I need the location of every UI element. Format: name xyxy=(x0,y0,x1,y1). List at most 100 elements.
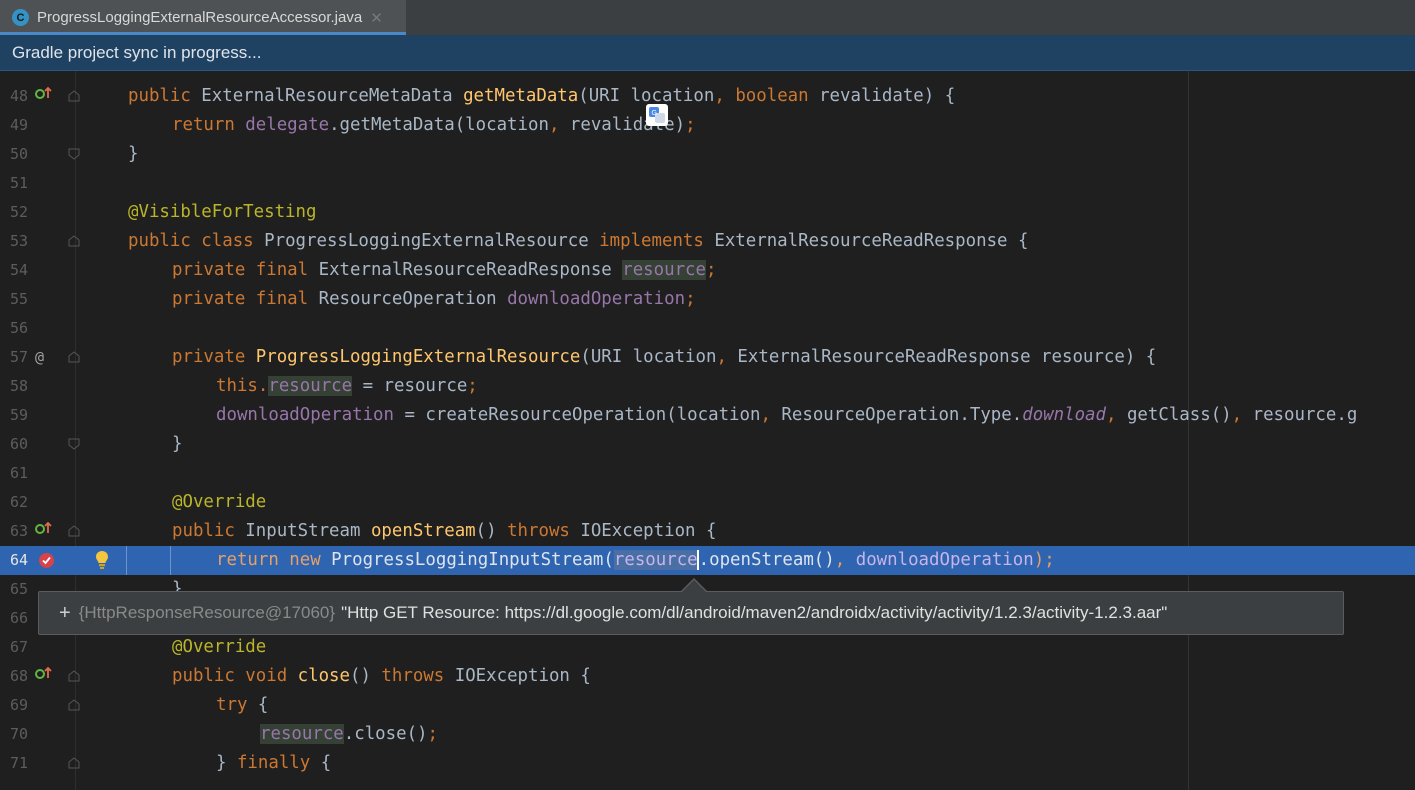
code-token: IOException { xyxy=(580,521,717,541)
code-token: delegate xyxy=(245,115,330,135)
tooltip-arrow-fill xyxy=(682,580,706,592)
code-token: ProgressLoggingExternalResource xyxy=(255,347,581,367)
fold-icon[interactable] xyxy=(68,670,80,682)
code-token: } xyxy=(128,144,139,164)
line-number: 63 xyxy=(9,522,28,540)
code-token: InputStream xyxy=(245,521,371,541)
code-token: .openStream() xyxy=(698,550,835,570)
fold-icon[interactable] xyxy=(68,90,80,102)
code-token: { xyxy=(257,695,269,715)
breakpoint-icon[interactable] xyxy=(38,552,56,569)
override-up-icon[interactable] xyxy=(35,517,53,546)
code-line: 63 public InputStream openStream() throw… xyxy=(0,517,1415,546)
translate-icon[interactable]: G xyxy=(646,104,668,126)
code-text: try { xyxy=(216,691,268,720)
code-token: downloadOperation xyxy=(216,405,394,425)
line-number: 62 xyxy=(9,493,28,511)
fold-icon[interactable] xyxy=(68,438,80,450)
code-token: ExternalResourceReadResponse xyxy=(318,260,623,280)
debug-value-tooltip[interactable]: + {HttpResponseResource@17060} "Http GET… xyxy=(38,591,1344,635)
line-number: 69 xyxy=(9,696,28,714)
code-token: download xyxy=(1022,405,1106,425)
code-token: = resource xyxy=(352,376,468,396)
fold-icon[interactable] xyxy=(68,525,80,537)
code-text: public void close() throws IOException { xyxy=(172,662,591,691)
close-icon[interactable]: ✕ xyxy=(370,9,383,27)
code-token: ; xyxy=(706,260,717,280)
sync-notification-bar: Gradle project sync in progress... xyxy=(0,35,1415,71)
code-editor[interactable]: 48 public ExternalResourceMetaData getMe… xyxy=(0,71,1415,790)
object-value: "Http GET Resource: https://dl.google.co… xyxy=(341,603,1168,622)
code-token: ResourceOperation xyxy=(318,289,508,309)
fold-icon[interactable] xyxy=(68,757,80,769)
fold-icon[interactable] xyxy=(68,699,80,711)
code-token: return new xyxy=(216,550,332,570)
code-token: throws xyxy=(507,521,581,541)
code-token: () xyxy=(475,521,508,541)
code-token: throws xyxy=(381,666,455,686)
code-token: , xyxy=(548,115,570,135)
code-token: public xyxy=(128,86,202,106)
line-number: 65 xyxy=(9,580,28,598)
code-token: public void xyxy=(172,666,298,686)
code-line: 60 } xyxy=(0,430,1415,459)
code-token: ); xyxy=(1033,550,1055,570)
fold-icon[interactable] xyxy=(68,351,80,363)
code-line: 61 xyxy=(0,459,1415,488)
lightbulb-icon[interactable] xyxy=(95,550,109,570)
code-token: ExternalResourceMetaData xyxy=(201,86,464,106)
code-token: , xyxy=(716,347,738,367)
line-number: 56 xyxy=(9,319,28,337)
line-number: 49 xyxy=(9,116,28,134)
code-text: this.resource = resource; xyxy=(216,372,478,401)
code-token: return xyxy=(172,115,246,135)
fold-icon[interactable] xyxy=(68,148,80,160)
override-up-icon[interactable] xyxy=(35,82,53,111)
code-token: boolean xyxy=(735,86,820,106)
code-text: public ExternalResourceMetaData getMetaD… xyxy=(128,82,955,111)
code-token: , xyxy=(1231,405,1253,425)
line-number: 57 xyxy=(9,348,28,366)
editor-tab[interactable]: C ProgressLoggingExternalResourceAccesso… xyxy=(0,0,406,35)
line-number: 66 xyxy=(9,609,28,627)
code-text: public class ProgressLoggingExternalReso… xyxy=(128,227,1028,256)
tab-title: ProgressLoggingExternalResourceAccessor.… xyxy=(37,9,363,26)
line-number: 55 xyxy=(9,290,28,308)
code-token: , xyxy=(834,550,856,570)
code-line: 55 private final ResourceOperation downl… xyxy=(0,285,1415,314)
code-token: downloadOperation xyxy=(855,550,1034,570)
code-line: 57 @ private ProgressLoggingExternalReso… xyxy=(0,343,1415,372)
line-number: 52 xyxy=(9,203,28,221)
code-token: () xyxy=(350,666,382,686)
line-number: 70 xyxy=(9,725,28,743)
code-text: downloadOperation = createResourceOperat… xyxy=(216,401,1357,430)
code-text: } xyxy=(172,430,182,459)
line-number: 64 xyxy=(9,551,28,569)
code-token: (URI location xyxy=(578,86,715,106)
at-icon[interactable]: @ xyxy=(35,343,53,372)
code-text: @Override xyxy=(172,633,266,662)
expand-icon[interactable]: + xyxy=(59,602,71,625)
fold-icon[interactable] xyxy=(68,235,80,247)
line-number: 53 xyxy=(9,232,28,250)
notification-text: Gradle project sync in progress... xyxy=(12,42,262,62)
code-line: 51 xyxy=(0,169,1415,198)
code-token: resource xyxy=(268,376,353,396)
code-line: 52 @VisibleForTesting xyxy=(0,198,1415,227)
code-token: implements xyxy=(599,231,715,251)
code-token: private xyxy=(172,347,256,367)
code-token: = createResourceOperation(location xyxy=(394,405,761,425)
object-reference: {HttpResponseResource@17060} xyxy=(78,603,336,622)
code-token: revalidate) { xyxy=(819,86,956,106)
line-number: 54 xyxy=(9,261,28,279)
code-token: ExternalResourceReadResponse { xyxy=(714,231,1029,251)
code-token: } xyxy=(216,753,237,773)
code-token: private final xyxy=(172,260,319,280)
code-text: } finally { xyxy=(216,749,331,778)
code-token: .getMetaData(location xyxy=(329,115,549,135)
code-token: try xyxy=(216,695,258,715)
code-line: 48 public ExternalResourceMetaData getMe… xyxy=(0,82,1415,111)
override-up-icon[interactable] xyxy=(35,662,53,691)
code-token: .close() xyxy=(343,724,428,744)
code-token: ; xyxy=(685,115,696,135)
